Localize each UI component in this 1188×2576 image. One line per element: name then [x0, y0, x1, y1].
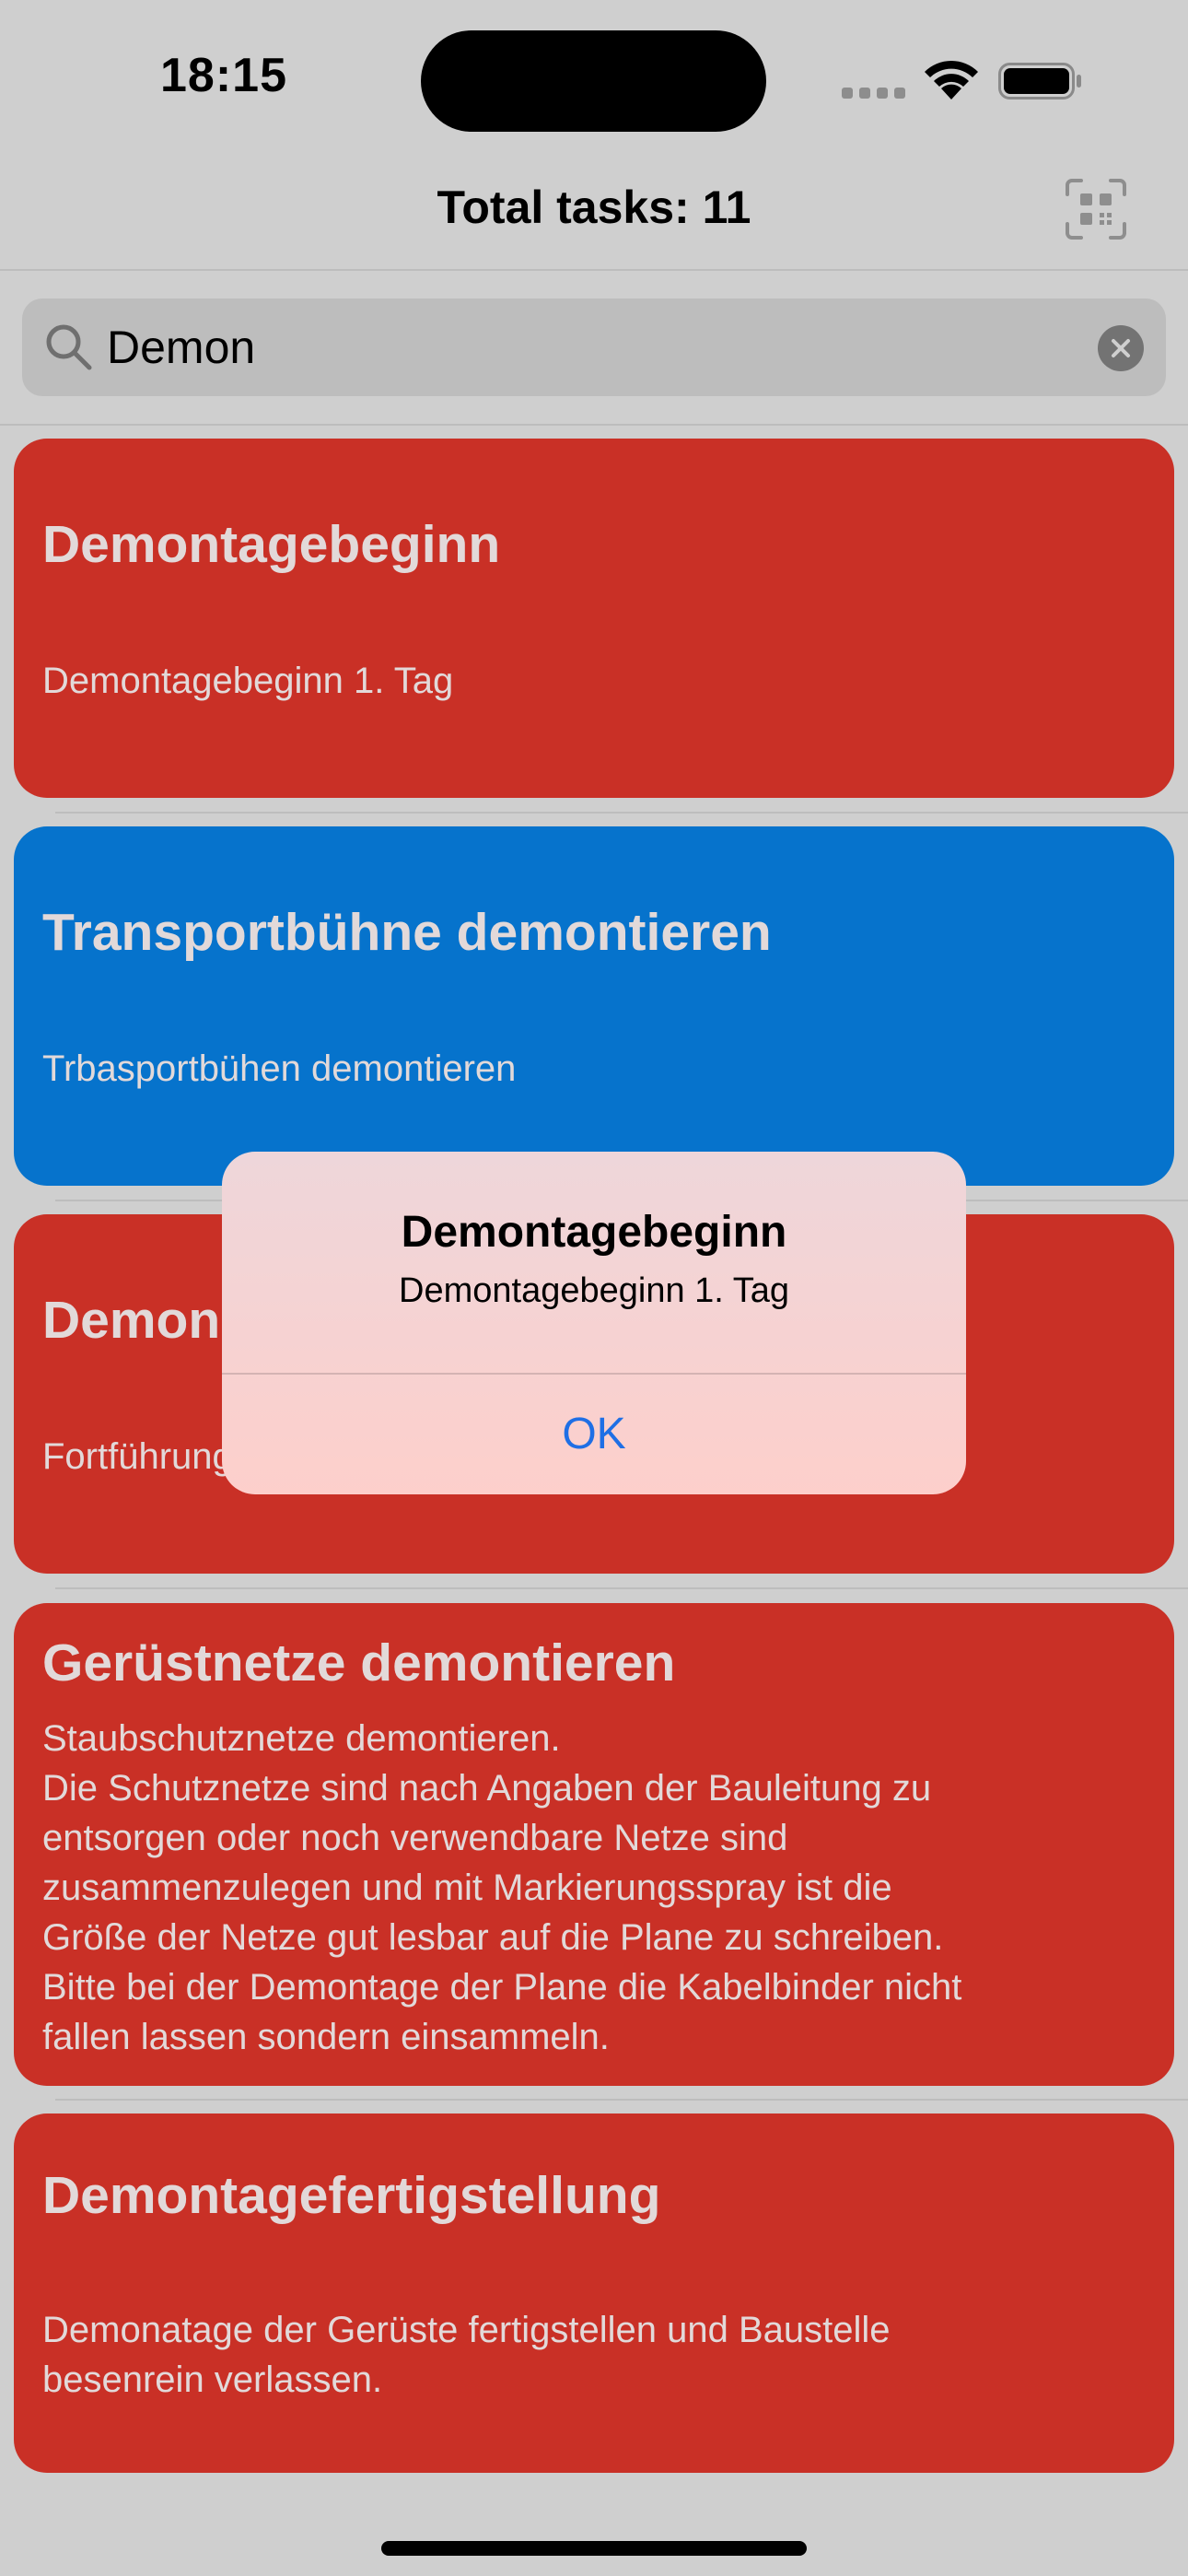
dynamic-island [421, 30, 766, 132]
search-divider [0, 424, 1188, 426]
alert-dialog: Demontagebeginn Demontagebeginn 1. Tag O… [222, 1152, 966, 1494]
ok-button[interactable]: OK [222, 1375, 966, 1494]
task-description: Demontagebeginn 1. Tag [42, 661, 454, 701]
task-card[interactable]: Demontagebeginn Demontagebeginn 1. Tag [14, 439, 1174, 798]
task-card[interactable]: Demontagefertigstellung Demonatage der G… [14, 2113, 1174, 2473]
status-time: 18:15 [160, 49, 287, 102]
task-title: Demontagebeginn [42, 515, 501, 574]
qr-scan-icon[interactable] [1065, 178, 1127, 240]
task-card[interactable]: Transportbühne demontieren Trbasportbühe… [14, 826, 1174, 1186]
search-input[interactable] [107, 315, 1083, 380]
screen: 18:15 Total tasks: 11 Demon Demontagebeg… [0, 0, 1188, 2576]
home-indicator[interactable] [381, 2541, 807, 2556]
search-bar[interactable] [22, 299, 1166, 396]
list-separator [55, 2099, 1188, 2101]
task-title: Transportbühne demontieren [42, 903, 772, 962]
search-icon [46, 324, 92, 370]
task-card[interactable]: Gerüstnetze demontieren Staubschutznetze… [14, 1603, 1174, 2086]
alert-title: Demontagebeginn [401, 1208, 787, 1257]
wifi-icon [925, 60, 978, 100]
task-description: Demonatage der Gerüste fertigstellen und… [42, 2310, 891, 2400]
task-description: Trbasportbühen demontieren [42, 1048, 517, 1089]
close-icon [1112, 339, 1130, 357]
list-separator [55, 812, 1188, 814]
task-description: Staubschutznetze demontieren. Die Schutz… [42, 1718, 962, 2057]
task-title: Demontagefertigstellung [42, 2166, 661, 2225]
list-separator [55, 1587, 1188, 1589]
clear-search-button[interactable] [1098, 325, 1144, 371]
page-title: Total tasks: 11 [437, 181, 751, 233]
alert-message: Demontagebeginn 1. Tag [399, 1271, 789, 1310]
task-title: Demon [42, 1291, 221, 1350]
task-title: Gerüstnetze demontieren [42, 1633, 676, 1692]
cellular-signal-icon [842, 88, 906, 99]
battery-icon [998, 63, 1081, 100]
nav-divider [0, 269, 1188, 271]
